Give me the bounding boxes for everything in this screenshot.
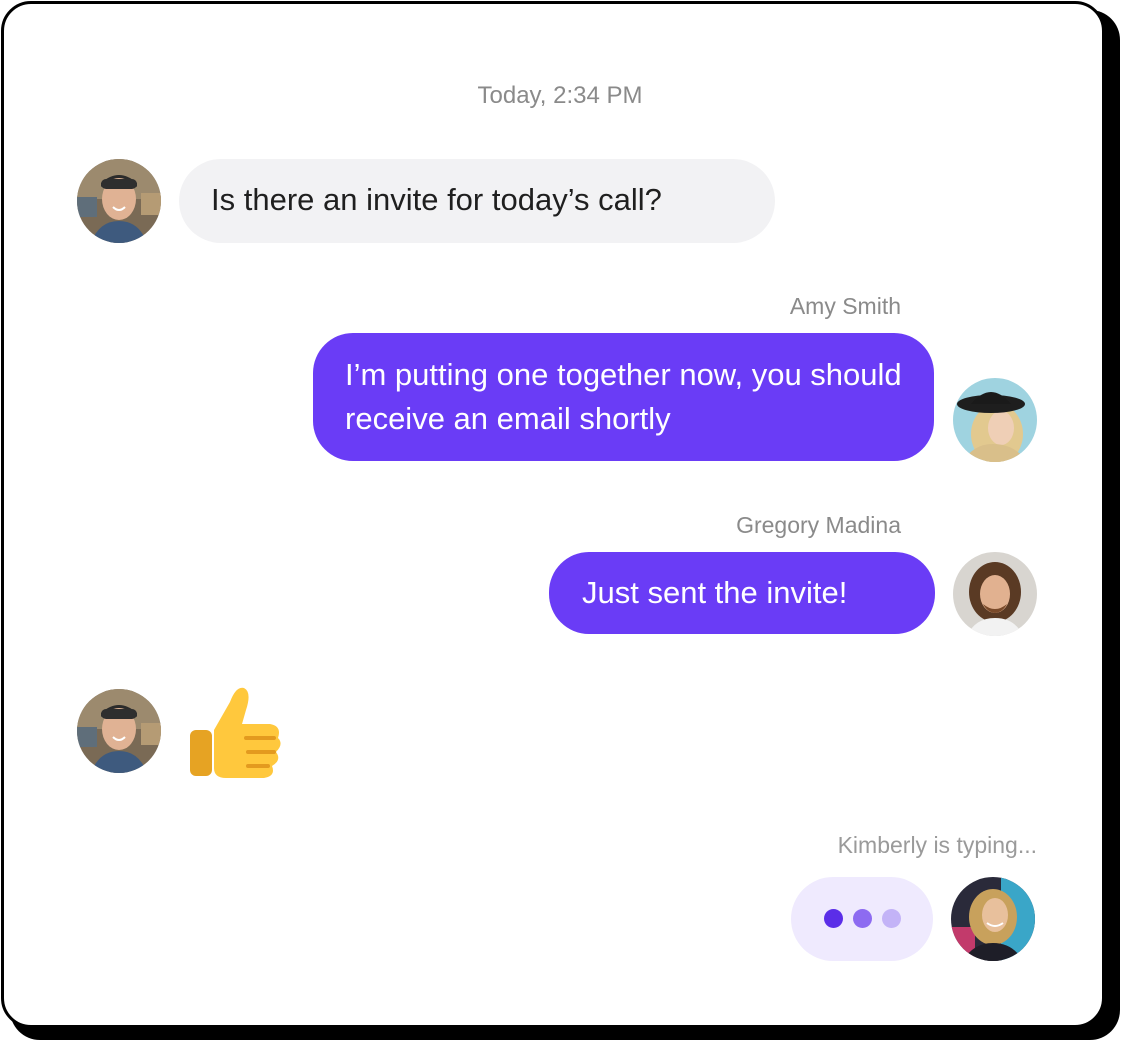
typing-dots-icon bbox=[791, 877, 933, 961]
sender-name: Gregory Madina bbox=[736, 512, 901, 538]
avatar-incoming-user[interactable] bbox=[77, 159, 161, 243]
conversation-timestamp: Today, 2:34 PM bbox=[477, 82, 643, 109]
avatar-amy-smith[interactable] bbox=[953, 378, 1037, 462]
message-bubble-outgoing[interactable]: Just sent the invite! bbox=[549, 552, 935, 634]
thumbs-up-emoji[interactable] bbox=[186, 680, 286, 784]
chat-window: Today, 2:34 PM Is there an invite for to… bbox=[1, 1, 1105, 1028]
avatar-incoming-user[interactable] bbox=[77, 689, 161, 773]
message-bubble-incoming[interactable]: Is there an invite for today’s call? bbox=[179, 159, 775, 243]
avatar-gregory-madina[interactable] bbox=[953, 552, 1037, 636]
message-bubble-outgoing[interactable]: I’m putting one together now, you should… bbox=[313, 333, 934, 461]
avatar-kimberly[interactable] bbox=[951, 877, 1035, 961]
typing-indicator-label: Kimberly is typing... bbox=[837, 832, 1037, 858]
sender-name: Amy Smith bbox=[789, 293, 901, 319]
